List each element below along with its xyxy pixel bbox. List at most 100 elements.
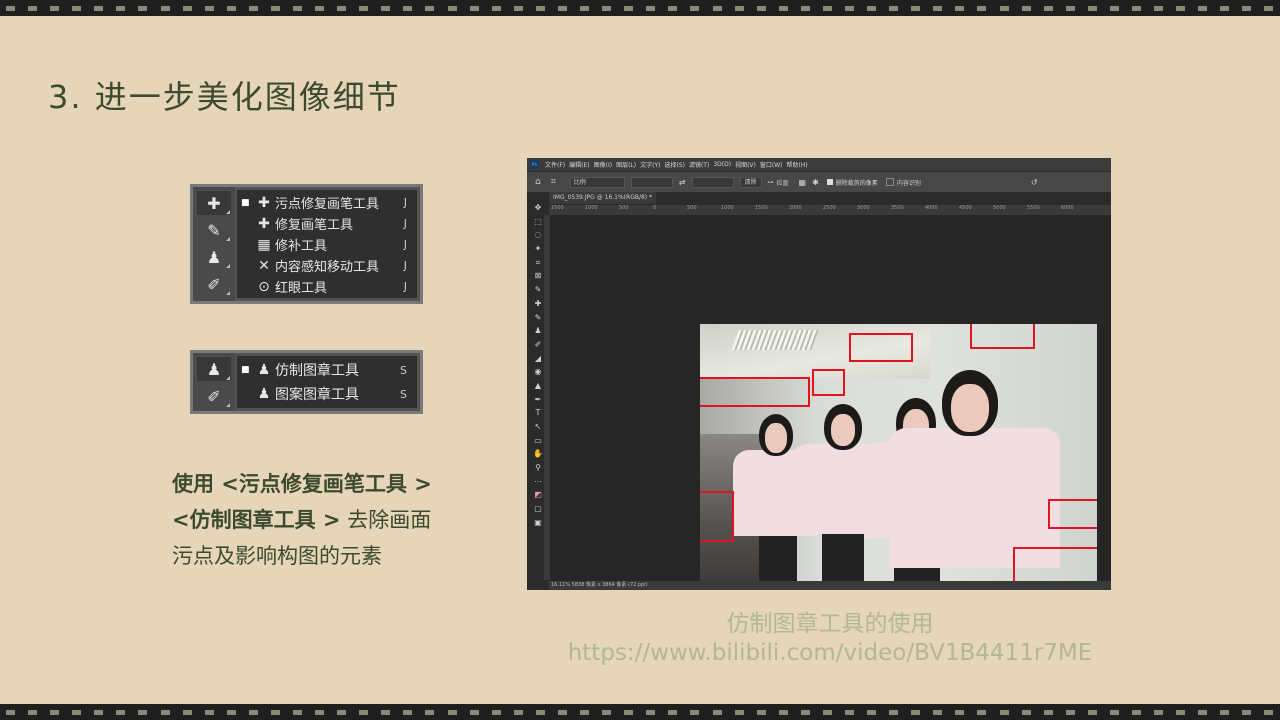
magic-wand-icon[interactable]: ✦ bbox=[533, 243, 543, 254]
ruler-tick-label: 3500 bbox=[891, 205, 904, 211]
ratio-select[interactable]: 比例 bbox=[569, 176, 625, 188]
caption: 仿制图章工具的使用 https://www.bilibili.com/video… bbox=[527, 610, 1133, 668]
settings-gear-icon[interactable]: ✱ bbox=[812, 178, 819, 187]
history-brush-icon[interactable]: ✐ bbox=[197, 384, 231, 408]
gradient-icon[interactable]: ◉ bbox=[533, 366, 543, 377]
film-hole bbox=[403, 5, 413, 11]
marquee-icon[interactable]: ⬚ bbox=[533, 216, 543, 227]
screen-mode-icon[interactable]: ▣ bbox=[533, 517, 543, 528]
film-hole bbox=[1087, 709, 1097, 715]
ruler-tick-label: 500 bbox=[619, 205, 629, 211]
menu-item[interactable]: 文字(Y) bbox=[640, 160, 660, 169]
film-hole bbox=[1242, 709, 1252, 715]
delete-cropped-checkbox[interactable] bbox=[826, 179, 833, 185]
document-tab[interactable]: IMG_0539.JPG @ 16.1%(RGB/8) * bbox=[549, 192, 657, 204]
film-hole bbox=[535, 5, 545, 11]
shape-icon[interactable]: ▭ bbox=[533, 435, 543, 446]
film-hole bbox=[28, 5, 38, 11]
document-photo[interactable] bbox=[700, 324, 1097, 587]
film-hole bbox=[447, 709, 457, 715]
film-hole bbox=[381, 5, 391, 11]
tool-menu-item[interactable]: ■ ♟ 仿制图章工具 S bbox=[237, 358, 417, 382]
menu-item[interactable]: 选择(S) bbox=[664, 160, 685, 169]
type-icon[interactable]: T bbox=[533, 407, 543, 418]
frame-icon[interactable]: ⊠ bbox=[533, 270, 543, 281]
film-hole bbox=[800, 709, 810, 715]
caption-url[interactable]: https://www.bilibili.com/video/BV1B4411r… bbox=[527, 639, 1133, 668]
path-select-icon[interactable]: ↖ bbox=[533, 421, 543, 432]
eyedropper-icon[interactable]: ✎ bbox=[533, 284, 543, 295]
zoom-icon[interactable]: ⚲ bbox=[533, 462, 543, 473]
film-hole bbox=[580, 709, 590, 715]
film-hole bbox=[94, 709, 104, 715]
shortcut-key: J bbox=[403, 238, 407, 251]
menu-item[interactable]: 文件(F) bbox=[545, 160, 565, 169]
clone-stamp-icon[interactable]: ♟ bbox=[197, 357, 231, 381]
film-hole bbox=[844, 709, 854, 715]
film-hole bbox=[867, 709, 877, 715]
home-icon[interactable]: ⌂ bbox=[535, 177, 541, 187]
tool-menu-item[interactable]: ⊙ 红眼工具 J bbox=[237, 276, 417, 297]
straighten-label[interactable]: 拉直 bbox=[777, 178, 789, 187]
healing-icon[interactable]: ✚ bbox=[533, 298, 543, 309]
pen-icon[interactable]: ✒ bbox=[533, 394, 543, 405]
history-brush-icon[interactable]: ✐ bbox=[533, 339, 543, 350]
menu-item[interactable]: 帮助(H) bbox=[787, 160, 808, 169]
clear-button[interactable]: 清除 bbox=[739, 176, 762, 188]
ceiling-light bbox=[731, 330, 819, 350]
film-hole bbox=[491, 709, 501, 715]
reset-icon[interactable]: ↺ bbox=[1031, 178, 1038, 187]
menu-item[interactable]: 3D(D) bbox=[713, 161, 731, 168]
stamp-icon[interactable]: ♟ bbox=[533, 325, 543, 336]
film-hole bbox=[646, 5, 656, 11]
film-hole bbox=[889, 709, 899, 715]
tool-menu-item[interactable]: ■ ✚ 污点修复画笔工具 J bbox=[237, 192, 417, 213]
color-swatch-icon[interactable]: ◩ bbox=[533, 489, 543, 500]
shortcut-key: S bbox=[400, 363, 407, 377]
menu-item[interactable]: 视图(V) bbox=[735, 160, 756, 169]
brush-icon[interactable]: ✎ bbox=[197, 218, 231, 242]
film-hole bbox=[1220, 5, 1230, 11]
menu-item[interactable]: 图像(I) bbox=[594, 160, 612, 169]
film-hole bbox=[6, 709, 15, 715]
grid-overlay-icon[interactable]: ▦ bbox=[799, 178, 807, 187]
menu-item[interactable]: 滤镜(T) bbox=[689, 160, 709, 169]
tool-menu-item[interactable]: ✕ 内容感知移动工具 J bbox=[237, 255, 417, 276]
height-input[interactable] bbox=[691, 176, 734, 188]
crop-icon[interactable]: ⌗ bbox=[533, 257, 543, 268]
stamp-tools-panel: ♟ ✐ ■ ♟ 仿制图章工具 S ♟ 图案图章工具 S bbox=[190, 350, 423, 414]
film-hole bbox=[1220, 709, 1230, 715]
film-hole bbox=[72, 709, 82, 715]
lasso-icon[interactable]: ◌ bbox=[533, 229, 543, 240]
menu-item[interactable]: 编辑(E) bbox=[569, 160, 589, 169]
content-aware-checkbox[interactable] bbox=[885, 178, 894, 186]
tool-menu-item[interactable]: ▦ 修补工具 J bbox=[237, 234, 417, 255]
tool-label: 修补工具 bbox=[275, 239, 328, 254]
hand-icon[interactable]: ✋ bbox=[533, 448, 543, 459]
crop-icon[interactable]: ⌗ bbox=[551, 177, 556, 187]
highlight-box-left-poster bbox=[700, 491, 734, 542]
menu-item[interactable]: 窗口(W) bbox=[760, 160, 783, 169]
swap-icon[interactable]: ⇄ bbox=[679, 178, 686, 187]
tool-menu-item[interactable]: ✚ 修复画笔工具 J bbox=[237, 213, 417, 234]
film-hole bbox=[72, 5, 82, 11]
film-hole bbox=[270, 709, 280, 715]
eraser-icon[interactable]: ◢ bbox=[533, 353, 543, 364]
film-hole bbox=[94, 5, 104, 11]
move-icon[interactable]: ✥ bbox=[533, 202, 543, 213]
film-hole bbox=[226, 5, 236, 11]
spot-healing-brush-icon[interactable]: ✚ bbox=[197, 191, 231, 215]
film-hole bbox=[557, 709, 567, 715]
canvas-area[interactable] bbox=[550, 215, 1111, 587]
straighten-icon[interactable]: ⊶ bbox=[768, 179, 774, 186]
quick-mask-icon[interactable]: ▢ bbox=[533, 503, 543, 514]
tool-label: 修复画笔工具 bbox=[275, 218, 354, 233]
history-brush-icon[interactable]: ✐ bbox=[197, 272, 231, 296]
blur-icon[interactable]: ▲ bbox=[533, 380, 543, 391]
menu-item[interactable]: 图层(L) bbox=[616, 160, 636, 169]
clone-stamp-icon[interactable]: ♟ bbox=[197, 245, 231, 269]
tool-menu-item[interactable]: ♟ 图案图章工具 S bbox=[237, 382, 417, 406]
more-icon[interactable]: ⋯ bbox=[533, 476, 543, 487]
width-input[interactable] bbox=[630, 176, 673, 188]
brush-icon[interactable]: ✎ bbox=[533, 312, 543, 323]
